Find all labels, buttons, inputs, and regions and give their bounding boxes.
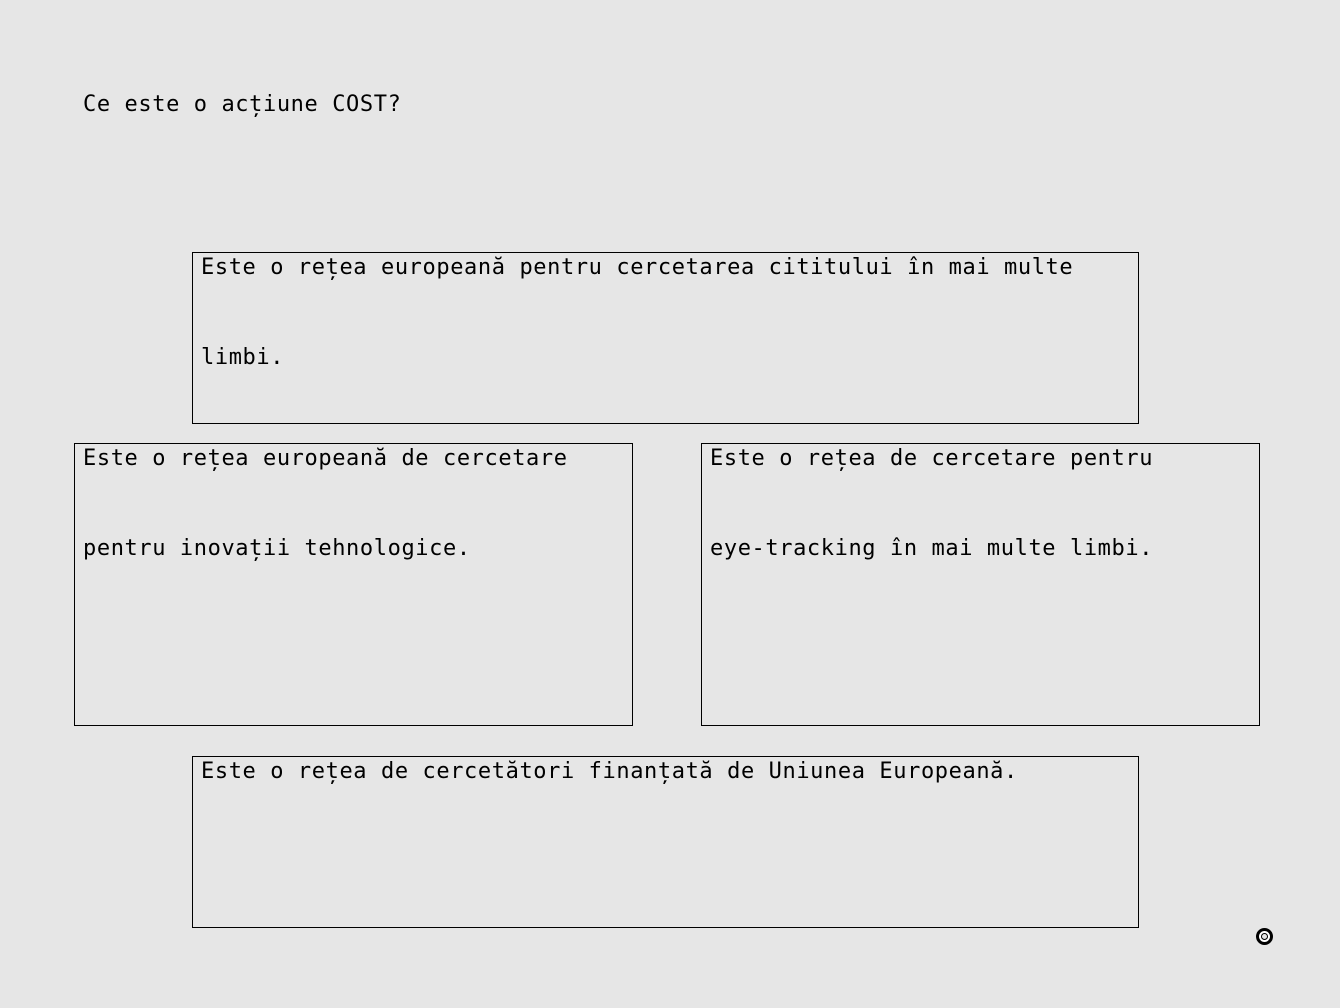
answer-option-2-line-2: pentru inovații tehnologice. — [83, 536, 471, 561]
question-text: Ce este o acțiune COST? — [83, 92, 402, 117]
answer-option-1-line-1: Este o rețea europeană pentru cercetarea… — [201, 255, 1074, 280]
circle-button-icon[interactable] — [1256, 928, 1273, 945]
answer-option-3-line-1: Este o rețea de cercetare pentru — [710, 446, 1154, 471]
answer-option-3-line-2: eye-tracking în mai multe limbi. — [710, 536, 1154, 561]
answer-option-3[interactable]: Este o rețea de cercetare pentru eye-tra… — [701, 443, 1260, 726]
answer-option-4[interactable]: Este o rețea de cercetători finanțată de… — [192, 756, 1139, 928]
answer-option-4-line-1: Este o rețea de cercetători finanțată de… — [201, 759, 1018, 784]
answer-option-1[interactable]: Este o rețea europeană pentru cercetarea… — [192, 252, 1139, 424]
answer-option-2[interactable]: Este o rețea europeană de cercetare pent… — [74, 443, 633, 726]
answer-option-1-line-2: limbi. — [201, 345, 285, 370]
answer-option-2-line-1: Este o rețea europeană de cercetare — [83, 446, 568, 471]
